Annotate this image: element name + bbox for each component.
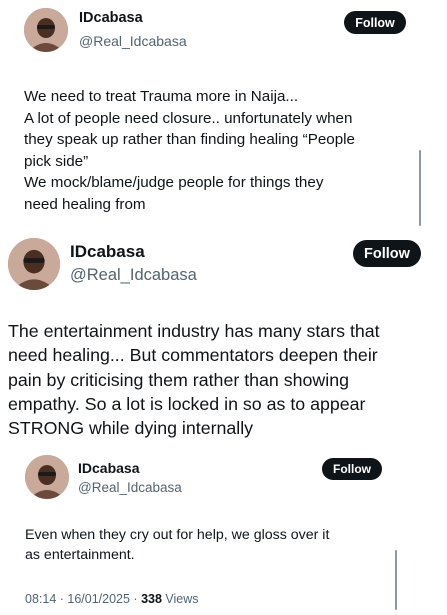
tweet-card-1: IDcabasa @Real_Idcabasa Follow We need t… [0,0,447,232]
tweet-text-line: pick side” [24,152,89,170]
tweet-text: The entertainment industry has many star… [8,319,380,440]
tweet-text-line: need healing... But commentators deepen … [8,345,378,366]
timestamp[interactable]: 08:14 · 16/01/2025 · [25,592,138,606]
avatar-photo-icon [8,238,60,290]
tweet-card-2: IDcabasa @Real_Idcabasa Follow The enter… [0,232,447,450]
tweet-text: Even when they cry out for help, we glos… [25,525,329,565]
author-name[interactable]: IDcabasa [79,10,143,26]
tweet-text: We need to treat Trauma more in Naija...… [24,86,355,215]
tweet-text-line: We mock/blame/judge people for things th… [24,174,324,191]
views-count: 338 [141,592,162,606]
avatar[interactable] [8,238,60,290]
tweet-text-line: Even when they cry out for help, we glos… [25,527,330,543]
tweet-text-line: A lot of people need closure.. unfortuna… [24,109,353,127]
tweet-text-line: STRONG while dying internally [8,418,254,439]
views-label: Views [165,592,199,606]
follow-button[interactable]: Follow [322,458,382,480]
avatar-photo-icon [24,8,68,52]
scrollbar[interactable] [419,150,421,226]
avatar-photo-icon [25,455,69,499]
tweet-text-line: The entertainment industry has many star… [8,321,380,341]
avatar[interactable] [24,8,68,52]
tweet-text-line: empathy. So a lot is locked in so as to … [8,393,366,414]
author-name[interactable]: IDcabasa [70,242,145,262]
tweet-text-line: as entertainment. [25,547,135,563]
tweet-text-line: We need to treat Trauma more in Naija... [24,88,299,105]
follow-button[interactable]: Follow [353,240,421,267]
author-handle[interactable]: @Real_Idcabasa [78,480,182,495]
tweet-meta: 08:14 · 16/01/2025 · 338 Views [25,592,199,606]
tweet-card-3: IDcabasa @Real_Idcabasa Follow Even when… [0,450,447,615]
follow-button[interactable]: Follow [344,11,406,34]
tweet-text-line: they speak up rather than finding healin… [24,131,355,148]
author-handle[interactable]: @Real_Idcabasa [79,33,187,49]
avatar[interactable] [25,455,69,499]
scrollbar[interactable] [395,550,397,610]
tweet-text-line: pain by criticising them rather than sho… [8,369,349,390]
author-name[interactable]: IDcabasa [78,460,139,476]
author-handle[interactable]: @Real_Idcabasa [70,266,197,285]
tweet-text-line: need healing from [24,195,146,213]
